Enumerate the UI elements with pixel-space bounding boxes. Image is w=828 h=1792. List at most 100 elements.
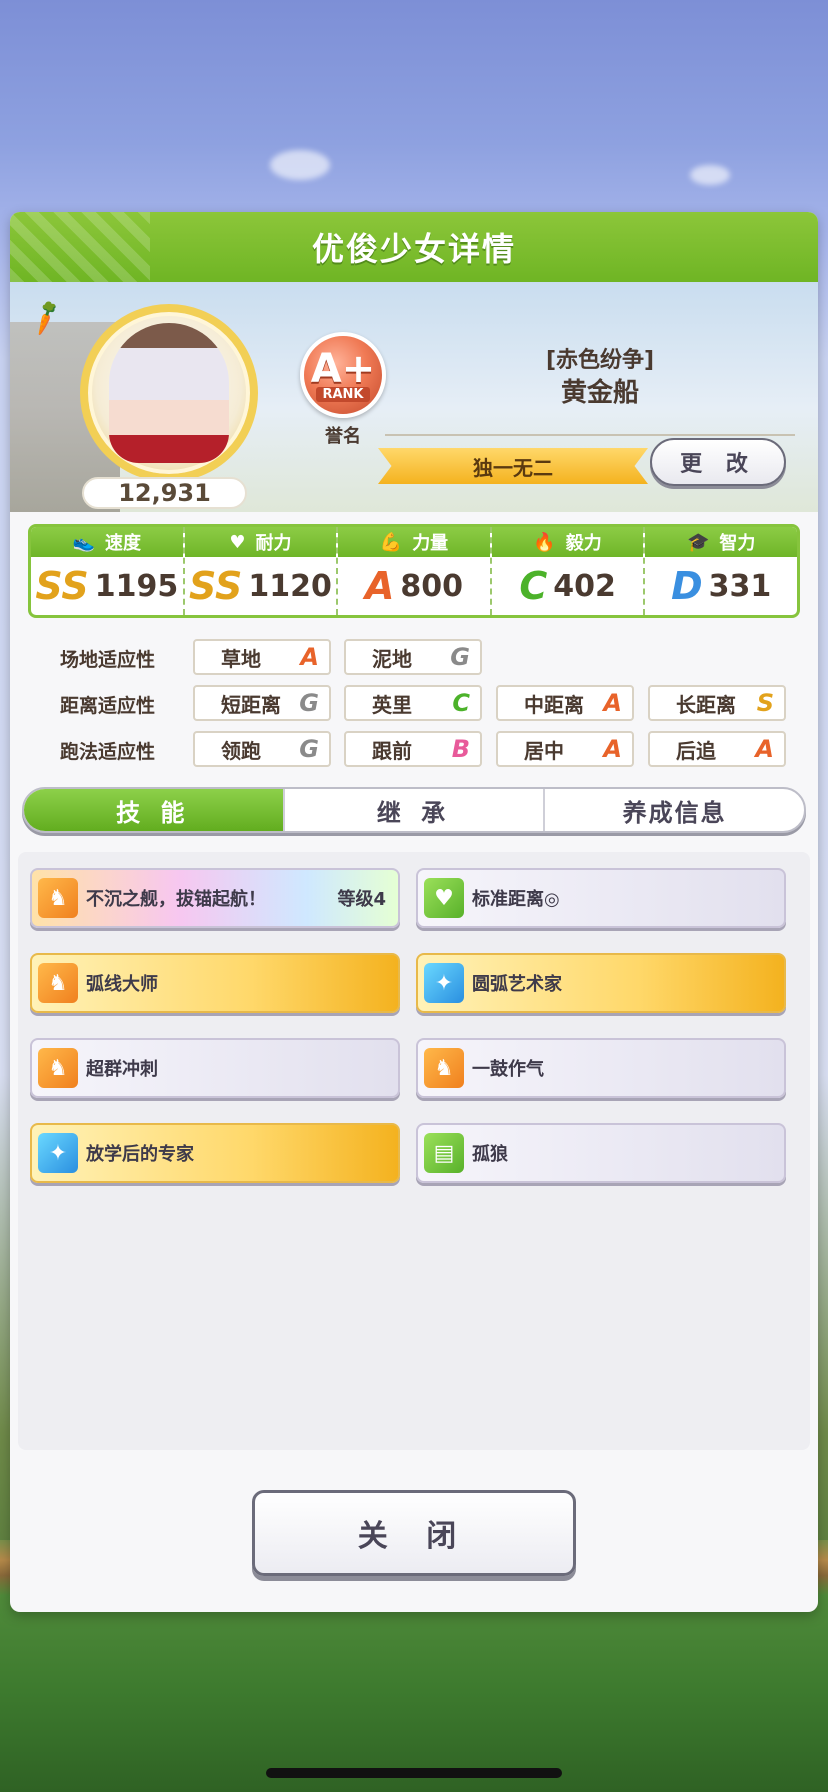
heart-icon: ♥ (424, 878, 464, 918)
apt-label: 距离适应性 (60, 695, 156, 717)
apt-name: 草地 (221, 646, 261, 671)
stat-label: 速度 (105, 533, 141, 554)
stat-grade: C (519, 564, 548, 608)
skill-card[interactable]: ♥ 标准距离◎ (416, 868, 786, 928)
tab-skills[interactable]: 技 能 (24, 789, 285, 831)
stat-label: 耐力 (255, 533, 292, 554)
tab-inheritance[interactable]: 继 承 (285, 789, 546, 831)
skill-level: 等级4 (337, 889, 386, 910)
skill-name: 圆弧艺术家 (472, 974, 562, 995)
horse-icon: ♞ (424, 1048, 464, 1088)
field-aptitude-row: 场地适应性 草地 A 泥地 G (28, 637, 808, 677)
apt-name: 短距离 (221, 692, 281, 717)
apt-grade: A (603, 735, 622, 763)
apt-chip: 领跑 G (193, 731, 331, 767)
home-indicator[interactable] (266, 1768, 562, 1778)
apt-label: 跑法适应性 (60, 741, 156, 763)
dialog-header: 优俊少女详情 (10, 212, 818, 282)
title-ribbon: 独一无二 (378, 448, 648, 484)
style-aptitude-row: 跑法适应性 领跑 G 跟前 B 居中 A 后追 A (28, 729, 808, 769)
character-avatar (109, 323, 229, 463)
stat-stamina: ♥ 耐力 SS 1120 (184, 527, 339, 615)
stat-value: 1120 (248, 568, 332, 604)
rank-badge: A+ RANK (300, 332, 386, 418)
skill-name: 超群冲刺 (86, 1059, 158, 1080)
stat-grade: D (671, 564, 703, 608)
apt-label: 场地适应性 (60, 649, 156, 671)
character-portrait[interactable] (80, 304, 258, 482)
stat-label: 力量 (412, 533, 449, 554)
stat-wisdom: 🎓 智力 D 331 (645, 527, 797, 615)
skill-card[interactable]: ♞ 超群冲刺 (30, 1038, 400, 1098)
apt-chip: 英里 C (344, 685, 482, 721)
cap-icon: 🎓 (686, 531, 710, 553)
apt-name: 中距离 (524, 692, 584, 717)
skill-card[interactable]: ♞ 一鼓作气 (416, 1038, 786, 1098)
distance-aptitude-row: 距离适应性 短距离 G 英里 C 中距离 A 长距离 S (28, 683, 808, 723)
background-sparkle (270, 150, 330, 180)
horse-icon: ♞ (38, 1048, 78, 1088)
apt-name: 领跑 (221, 738, 261, 763)
skill-card[interactable]: ✦ 放学后的专家 (30, 1123, 400, 1183)
apt-grade: A (300, 643, 319, 671)
apt-name: 后追 (676, 738, 716, 763)
evaluation-score: 12,931 (82, 477, 247, 509)
stat-grade: A (364, 564, 395, 608)
apt-name: 长距离 (676, 692, 736, 717)
skill-name: 标准距离◎ (472, 889, 560, 910)
apt-name: 居中 (524, 738, 564, 763)
apt-chip: 后追 A (648, 731, 786, 767)
skills-list: ♞ 不沉之舰，拔锚起航！ 等级4 ♥ 标准距离◎ ♞ 弧线大师 ✦ 圆弧艺术家 … (18, 852, 810, 1450)
stat-label: 智力 (719, 533, 756, 554)
stat-speed: 👟 速度 SS 1195 (31, 527, 185, 615)
apt-name: 泥地 (372, 646, 412, 671)
apt-chip: 中距离 A (496, 685, 634, 721)
apt-grade: A (755, 735, 774, 763)
detail-tabs: 技 能 继 承 养成信息 (22, 787, 806, 833)
apt-chip: 草地 A (193, 639, 331, 675)
heart-icon: ♥ (229, 531, 246, 553)
apt-chip: 短距离 G (193, 685, 331, 721)
sparkle-icon: ✦ (38, 1133, 78, 1173)
skill-card[interactable]: ✦ 圆弧艺术家 (416, 953, 786, 1013)
apt-grade: A (603, 689, 622, 717)
apt-grade: C (452, 689, 470, 717)
stat-value: 800 (400, 568, 463, 604)
skill-name: 弧线大师 (86, 974, 158, 995)
flame-icon: 🔥 (533, 531, 556, 553)
rank-caption: 誉名 (325, 426, 361, 447)
book-icon: ▤ (424, 1133, 464, 1173)
stat-value: 1195 (94, 568, 179, 604)
character-epithet: [赤色纷争] (545, 348, 655, 373)
skill-card[interactable]: ♞ 不沉之舰，拔锚起航！ 等级4 (30, 868, 400, 928)
close-button[interactable]: 关 闭 (252, 1490, 576, 1576)
stat-guts: 🔥 毅力 C 402 (491, 527, 646, 615)
stat-grade: SS (188, 564, 243, 608)
apt-name: 跟前 (372, 738, 412, 763)
skill-card[interactable]: ▤ 孤狼 (416, 1123, 786, 1183)
change-title-button[interactable]: 更 改 (650, 438, 786, 486)
apt-grade: G (299, 689, 319, 717)
stat-label: 毅力 (565, 533, 602, 554)
character-name: 黄金船 (560, 378, 639, 408)
arm-icon: 💪 (379, 531, 403, 553)
skill-card[interactable]: ♞ 弧线大师 (30, 953, 400, 1013)
skill-name: 一鼓作气 (472, 1059, 544, 1080)
horse-girl-detail-dialog: 优俊少女详情 🥕 12,931 A+ RANK 誉名 [赤色纷争] 黄金船 独一… (10, 212, 818, 1612)
rank-letter: A+ (310, 345, 376, 392)
apt-grade: G (450, 643, 470, 671)
skill-name: 孤狼 (472, 1144, 508, 1165)
stat-grade: SS (35, 564, 89, 608)
sparkle-icon: ✦ (424, 963, 464, 1003)
rank-word: RANK (316, 386, 370, 402)
apt-grade: G (299, 735, 319, 763)
horse-icon: ♞ (38, 878, 78, 918)
tab-training-info[interactable]: 养成信息 (545, 789, 804, 831)
apt-chip: 跟前 B (344, 731, 482, 767)
apt-name: 英里 (372, 692, 412, 717)
name-divider (385, 434, 795, 436)
apt-chip: 泥地 G (344, 639, 482, 675)
stat-power: 💪 力量 A 800 (338, 527, 492, 615)
apt-grade: S (756, 689, 774, 717)
skill-name: 放学后的专家 (86, 1144, 194, 1165)
